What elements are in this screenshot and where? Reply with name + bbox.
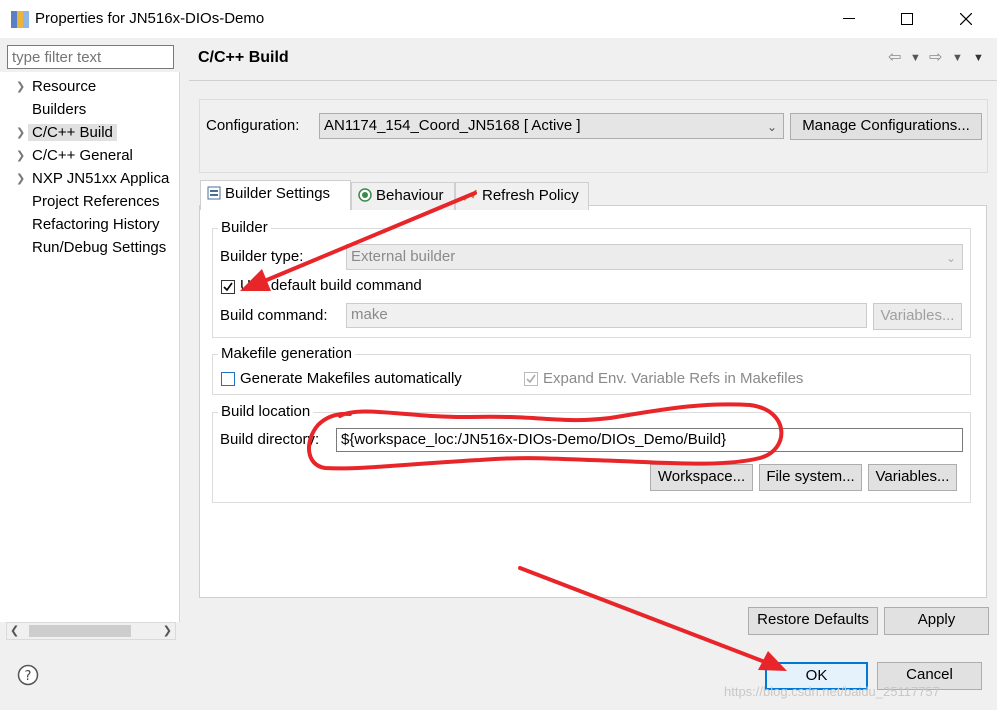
tree-item-label: Refactoring History	[32, 216, 160, 233]
back-dropdown-icon[interactable]: ▼	[910, 52, 921, 64]
chevron-right-icon[interactable]: ❯	[16, 80, 25, 93]
tree-item-refactoring-history[interactable]: Refactoring History	[0, 214, 180, 237]
window-title: Properties for JN516x-DIOs-Demo	[35, 10, 265, 27]
minimize-icon	[843, 18, 855, 19]
builder-settings-icon	[207, 186, 221, 200]
configuration-value: AN1174_154_Coord_JN5168 [ Active ]	[324, 117, 581, 134]
file-system-button[interactable]: File system...	[759, 464, 862, 491]
restore-defaults-button[interactable]: Restore Defaults	[748, 607, 878, 635]
configuration-label: Configuration:	[206, 117, 300, 134]
use-default-command-label[interactable]: Use default build command	[240, 277, 422, 294]
builder-variables-button[interactable]: Variables...	[873, 303, 962, 330]
back-arrow-icon[interactable]: ⇦	[888, 47, 901, 67]
scroll-left-icon[interactable]: ❮	[10, 624, 19, 637]
builder-group-title: Builder	[218, 219, 271, 236]
scrollbar-thumb[interactable]	[29, 625, 131, 637]
properties-window-icon	[11, 11, 29, 28]
tree-item-project-references[interactable]: Project References	[0, 191, 180, 214]
tree-item-resource[interactable]: ❯ Resource	[0, 76, 180, 99]
generate-makefiles-label[interactable]: Generate Makefiles automatically	[240, 370, 462, 387]
tab-label: Refresh Policy	[482, 187, 579, 204]
builder-type-select[interactable]: External builder ⌄	[346, 244, 963, 270]
forward-dropdown-icon[interactable]: ▼	[952, 52, 963, 64]
expand-env-refs-checkbox[interactable]	[524, 372, 538, 386]
checkmark-icon	[223, 282, 233, 292]
expand-env-refs-label[interactable]: Expand Env. Variable Refs in Makefiles	[543, 370, 803, 387]
tree-item-c-cpp-build[interactable]: ❯ C/C++ Build	[0, 122, 180, 145]
chevron-right-icon[interactable]: ❯	[16, 172, 25, 185]
tree-item-label: Builders	[32, 101, 87, 118]
tab-builder-settings[interactable]: Builder Settings	[200, 180, 351, 210]
tab-label: Behaviour	[376, 187, 444, 204]
configuration-select[interactable]: AN1174_154_Coord_JN5168 [ Active ] ⌄	[319, 113, 784, 139]
build-command-field[interactable]: make	[346, 303, 867, 328]
chevron-down-icon: ⌄	[766, 120, 777, 134]
checkmark-icon	[526, 374, 536, 384]
tab-refresh-policy[interactable]: Refresh Policy	[455, 182, 589, 210]
build-command-label: Build command:	[220, 307, 328, 324]
view-menu-icon[interactable]: ▼	[973, 52, 984, 64]
makefile-group-title: Makefile generation	[218, 345, 355, 362]
tree-item-label: Project References	[32, 193, 160, 210]
tree-item-run-debug-settings[interactable]: Run/Debug Settings	[0, 237, 180, 260]
tree-item-label: NXP JN51xx Applica	[32, 170, 170, 187]
close-icon	[960, 13, 972, 25]
use-default-command-checkbox[interactable]	[221, 280, 235, 294]
close-button[interactable]	[943, 0, 989, 38]
watermark: https://blog.csdn.net/baidu_25117757	[724, 684, 940, 699]
scroll-right-icon[interactable]: ❯	[163, 624, 172, 637]
page-title: C/C++ Build	[198, 49, 289, 66]
forward-arrow-icon[interactable]: ⇨	[929, 47, 942, 67]
tab-behaviour[interactable]: Behaviour	[351, 182, 455, 210]
svg-text:?: ?	[25, 669, 32, 684]
property-tree[interactable]: ❯ Resource Builders ❯ C/C++ Build ❯ C/C+…	[0, 72, 180, 622]
filter-input[interactable]	[7, 45, 174, 69]
builder-type-value: External builder	[351, 248, 456, 265]
minimize-button[interactable]	[826, 0, 872, 38]
tree-item-label: C/C++ General	[32, 147, 133, 164]
maximize-button[interactable]	[884, 0, 930, 38]
header-separator	[189, 80, 997, 81]
refresh-policy-icon	[463, 189, 477, 201]
tab-label: Builder Settings	[225, 185, 331, 202]
tree-item-c-cpp-general[interactable]: ❯ C/C++ General	[0, 145, 180, 168]
maximize-icon	[901, 13, 913, 25]
location-variables-button[interactable]: Variables...	[868, 464, 957, 491]
tree-item-builders[interactable]: Builders	[0, 99, 180, 122]
tree-item-label: Run/Debug Settings	[32, 239, 167, 256]
build-location-group-title: Build location	[218, 403, 314, 420]
builder-type-label: Builder type:	[220, 248, 304, 265]
behaviour-icon	[358, 188, 372, 202]
chevron-right-icon[interactable]: ❯	[16, 126, 25, 139]
manage-configurations-button[interactable]: Manage Configurations...	[790, 113, 982, 140]
chevron-down-icon: ⌄	[945, 251, 956, 265]
build-directory-field[interactable]: ${workspace_loc:/JN516x-DIOs-Demo/DIOs_D…	[336, 428, 963, 452]
tree-horizontal-scrollbar[interactable]: ❮ ❯	[6, 622, 176, 640]
workspace-button[interactable]: Workspace...	[650, 464, 753, 491]
chevron-right-icon[interactable]: ❯	[16, 149, 25, 162]
tree-item-label: Resource	[32, 78, 97, 95]
apply-button[interactable]: Apply	[884, 607, 989, 635]
tree-item-nxp-jn51xx[interactable]: ❯ NXP JN51xx Applica	[0, 168, 180, 191]
build-directory-label: Build directory:	[220, 431, 320, 448]
generate-makefiles-checkbox[interactable]	[221, 372, 235, 386]
tree-item-label: C/C++ Build	[28, 124, 117, 141]
help-icon[interactable]: ?	[17, 664, 39, 686]
title-bar: Properties for JN516x-DIOs-Demo	[0, 0, 997, 38]
